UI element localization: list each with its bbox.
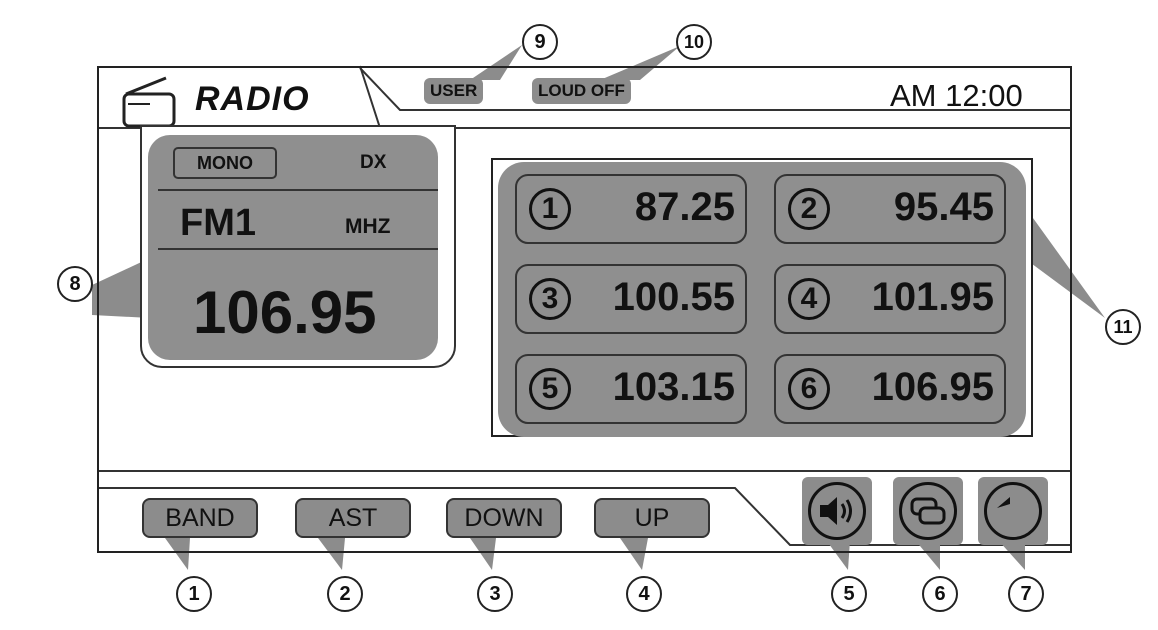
volume-button[interactable] xyxy=(802,477,872,545)
callout-8: 8 xyxy=(57,266,93,302)
preset-button-2[interactable]: 2 95.45 xyxy=(774,174,1006,244)
info-divider xyxy=(158,189,438,191)
user-eq-badge[interactable]: USER xyxy=(424,78,484,104)
current-frequency: 106.95 xyxy=(193,279,377,346)
down-button[interactable]: DOWN xyxy=(446,498,562,538)
preset-number: 3 xyxy=(529,278,571,320)
preset-frequency: 100.55 xyxy=(612,275,735,319)
preset-button-5[interactable]: 5 103.15 xyxy=(515,354,747,424)
switch-mode-icon xyxy=(899,482,957,540)
preset-button-1[interactable]: 1 87.25 xyxy=(515,174,747,244)
preset-frequency: 95.45 xyxy=(893,185,994,229)
unit-label: MHZ xyxy=(345,215,391,238)
speaker-icon xyxy=(808,482,866,540)
callout-7: 7 xyxy=(1008,576,1044,612)
preset-frequency: 103.15 xyxy=(612,365,735,409)
info-divider xyxy=(158,248,438,250)
callout-6: 6 xyxy=(922,576,958,612)
callout-4: 4 xyxy=(626,576,662,612)
loudness-badge[interactable]: LOUD OFF xyxy=(532,78,631,104)
callout-3: 3 xyxy=(477,576,513,612)
radio-icon xyxy=(122,76,176,128)
preset-frequency: 101.95 xyxy=(871,275,994,319)
preset-number: 4 xyxy=(788,278,830,320)
callout-11: 11 xyxy=(1105,309,1141,345)
callout-9: 9 xyxy=(522,24,558,60)
preset-button-3[interactable]: 3 100.55 xyxy=(515,264,747,334)
clock: AM 12:00 xyxy=(890,78,1023,113)
preset-button-6[interactable]: 6 106.95 xyxy=(774,354,1006,424)
preset-number: 2 xyxy=(788,188,830,230)
callout-5: 5 xyxy=(831,576,867,612)
preset-panel: 1 87.25 2 95.45 3 100.55 4 101.95 5 103.… xyxy=(498,162,1026,437)
back-arrow-icon xyxy=(984,482,1042,540)
ast-button[interactable]: AST xyxy=(295,498,411,538)
back-button[interactable] xyxy=(978,477,1048,545)
callout-2: 2 xyxy=(327,576,363,612)
preset-number: 5 xyxy=(529,368,571,410)
callout-10: 10 xyxy=(676,24,712,60)
callout-1: 1 xyxy=(176,576,212,612)
preset-button-4[interactable]: 4 101.95 xyxy=(774,264,1006,334)
mono-indicator[interactable]: MONO xyxy=(173,147,277,179)
preset-frequency: 87.25 xyxy=(634,185,735,229)
band-label: FM1 xyxy=(180,202,256,244)
preset-number: 6 xyxy=(788,368,830,410)
preset-frequency: 106.95 xyxy=(871,365,994,409)
up-button[interactable]: UP xyxy=(594,498,710,538)
mode-button[interactable] xyxy=(893,477,963,545)
band-button[interactable]: BAND xyxy=(142,498,258,538)
preset-number: 1 xyxy=(529,188,571,230)
page-title: RADIO xyxy=(195,80,310,118)
dx-indicator[interactable]: DX xyxy=(360,152,386,174)
